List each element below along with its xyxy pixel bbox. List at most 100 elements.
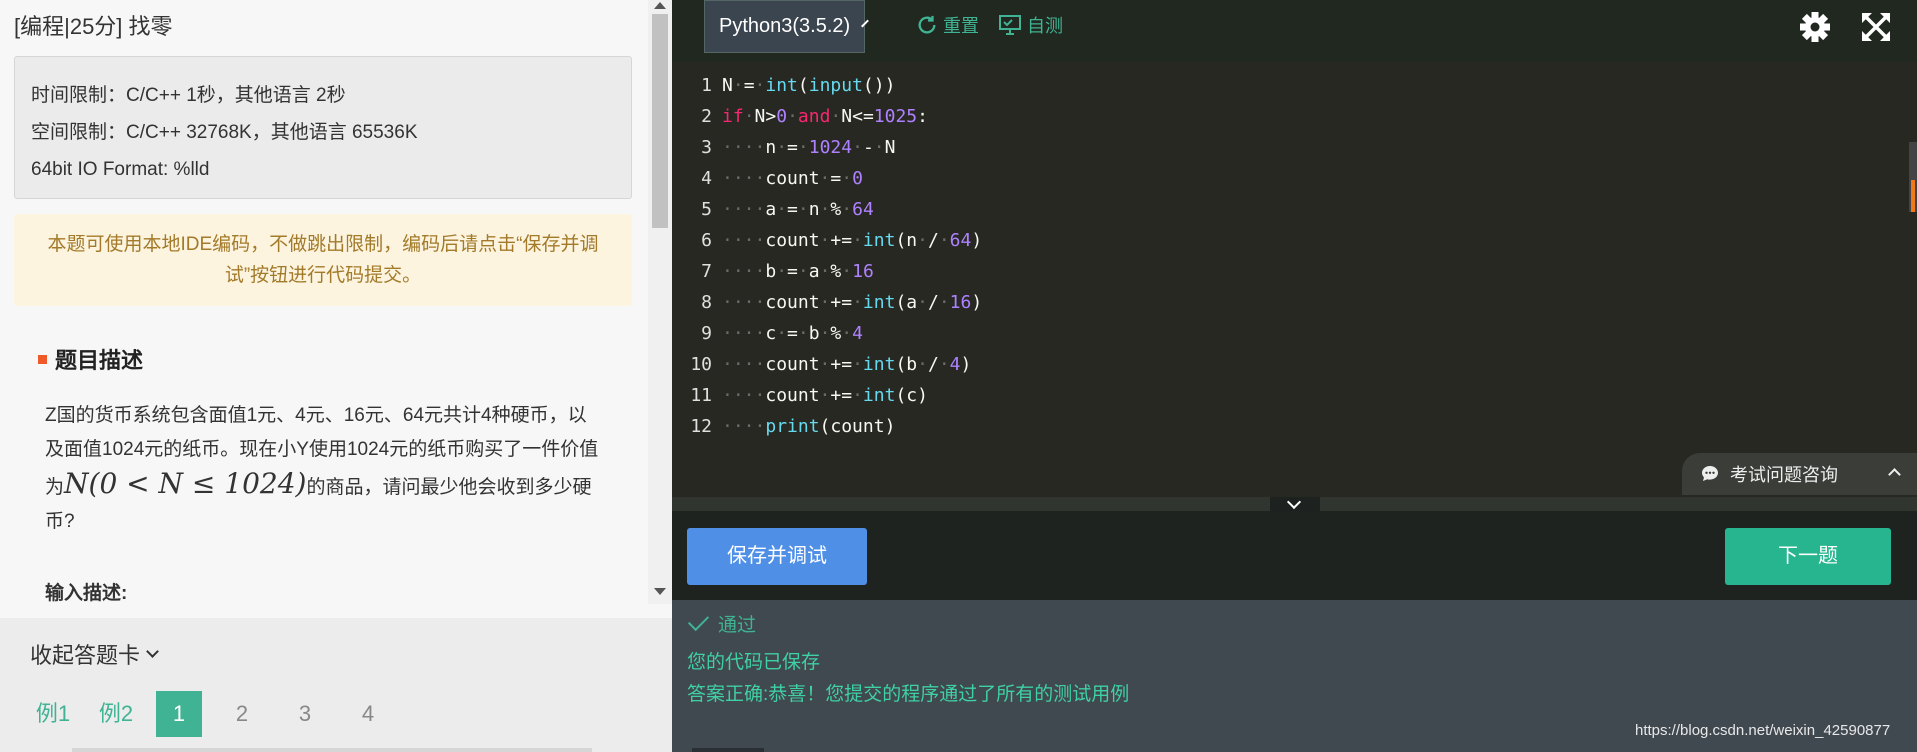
collapse-card-label: 收起答题卡 <box>30 643 141 668</box>
language-label: Python3(3.5.2) <box>719 15 851 37</box>
card-item-3[interactable]: 3 <box>282 691 328 737</box>
problem-description: Z国的货币系统包含面值1元、4元、16元、64元共计4种硬币，以及面值1024元… <box>45 399 605 539</box>
section-title: 题目描述 <box>55 348 144 373</box>
expand-icon[interactable] <box>1859 10 1893 44</box>
line-number: 3 <box>701 137 712 158</box>
language-select[interactable]: Python3(3.5.2) <box>704 0 870 53</box>
card-item-example-1[interactable]: 例1 <box>30 691 76 737</box>
code-line: 7 ····b·=·a·%·16 <box>672 256 982 287</box>
card-item-2[interactable]: 2 <box>219 691 265 737</box>
consult-label: 考试问题咨询 <box>1730 465 1838 485</box>
code-line: 9 ····c·=·b·%·4 <box>672 318 982 349</box>
editor-pane: Python3(3.5.2) 重置 自测 1 N·=·int(input()) … <box>672 0 1917 752</box>
code-line-text: ····print(count) <box>722 416 896 437</box>
result-tab-indicator <box>692 748 764 752</box>
question-scrollbar[interactable] <box>648 0 672 604</box>
scroll-up-icon[interactable] <box>654 2 666 9</box>
code-line-text: ····c·=·b·%·4 <box>722 323 863 344</box>
code-line: 1 N·=·int(input()) <box>672 70 982 101</box>
card-item-4[interactable]: 4 <box>345 691 391 737</box>
exam-page: [编程|25分] 找零 时间限制：C/C++ 1秒，其他语言 2秒 空间限制：C… <box>0 0 1917 752</box>
result-status: 通过 <box>687 609 757 637</box>
card-item-1[interactable]: 1 <box>156 691 202 737</box>
code-line: 8 ····count·+=·int(a·/·16) <box>672 287 982 318</box>
scrollbar-thumb[interactable] <box>652 14 668 228</box>
code-line: 3 ····n·=·1024·-·N <box>672 132 982 163</box>
consult-panel-toggle[interactable]: 考试问题咨询 <box>1682 453 1917 495</box>
line-number: 5 <box>701 199 712 220</box>
reset-label: 重置 <box>943 16 979 36</box>
status-label: 通过 <box>718 615 757 636</box>
collapse-card-toggle[interactable]: 收起答题卡 <box>30 638 159 670</box>
code-line-text: ····count·+=·int(a·/·16) <box>722 292 983 313</box>
question-scroll-area[interactable]: [编程|25分] 找零 时间限制：C/C++ 1秒，其他语言 2秒 空间限制：C… <box>0 0 672 617</box>
code-area[interactable]: 1 N·=·int(input()) 2 if·N>0·and·N<=1025: 3… <box>672 70 982 442</box>
code-line: 11 ····count·+=·int(c) <box>672 380 982 411</box>
answer-card-items: 例1 例2 1 2 3 4 <box>30 691 391 737</box>
input-heading: 输入描述: <box>45 583 128 604</box>
card-scrollbar[interactable] <box>72 748 592 752</box>
line-number: 1 <box>701 75 712 96</box>
code-line-text: N·=·int(input()) <box>722 75 896 96</box>
code-line: 10 ····count·+=·int(b·/·4) <box>672 349 982 380</box>
editor-scrollbar[interactable] <box>1909 142 1917 212</box>
limits-box: 时间限制：C/C++ 1秒，其他语言 2秒 空间限制：C/C++ 32768K，… <box>14 56 632 199</box>
chevron-down-icon <box>1286 494 1302 510</box>
action-bar: 保存并调试 下一题 <box>672 511 1917 600</box>
scrollbar-marker <box>1911 180 1915 212</box>
card-item-example-2[interactable]: 例2 <box>93 691 139 737</box>
line-number: 8 <box>701 292 712 313</box>
io-format: 64bit IO Format: %lld <box>31 159 210 180</box>
code-line: 2 if·N>0·and·N<=1025: <box>672 101 982 132</box>
saved-message: 您的代码已保存 <box>687 652 821 673</box>
chevron-down-icon <box>861 19 870 28</box>
section-marker <box>38 354 47 364</box>
collapse-handle[interactable] <box>1270 494 1320 511</box>
editor-toolbar: Python3(3.5.2) 重置 自测 <box>672 0 1917 62</box>
description-math: N(0 < N ≤ 1024) <box>64 467 307 500</box>
code-line: 4 ····count·=·0 <box>672 163 982 194</box>
code-line: 6 ····count·+=·int(n·/·64) <box>672 225 982 256</box>
code-line: 5 ····a·=·n·%·64 <box>672 194 982 225</box>
line-number: 11 <box>690 385 712 406</box>
monitor-icon <box>999 15 1021 35</box>
chevron-up-icon <box>1888 468 1901 481</box>
code-line-text: ····count·+=·int(b·/·4) <box>722 354 972 375</box>
line-number: 12 <box>690 416 712 437</box>
next-question-button[interactable]: 下一题 <box>1725 528 1891 585</box>
correct-message: 答案正确:恭喜！您提交的程序通过了所有的测试用例 <box>687 684 1130 705</box>
line-number: 6 <box>701 230 712 251</box>
answer-card: 收起答题卡 例1 例2 1 2 3 4 <box>0 618 672 752</box>
url-watermark: https://blog.csdn.net/weixin_42590877 <box>1635 722 1891 739</box>
section-heading: 题目描述 <box>38 343 143 375</box>
code-line-text: if·N>0·and·N<=1025: <box>722 106 928 127</box>
time-limit: 时间限制：C/C++ 1秒，其他语言 2秒 <box>31 85 346 106</box>
selftest-button[interactable]: 自测 <box>998 12 1063 38</box>
line-number: 7 <box>701 261 712 282</box>
code-editor[interactable]: 1 N·=·int(input()) 2 if·N>0·and·N<=1025: 3… <box>672 62 1917 497</box>
memory-limit: 空间限制：C/C++ 32768K，其他语言 65536K <box>31 122 418 143</box>
line-number: 10 <box>690 354 712 375</box>
scroll-down-icon[interactable] <box>654 588 666 595</box>
chevron-down-icon <box>146 645 159 658</box>
question-pane: [编程|25分] 找零 时间限制：C/C++ 1秒，其他语言 2秒 空间限制：C… <box>0 0 672 752</box>
refresh-icon <box>918 15 936 34</box>
code-line: 12 ····print(count) <box>672 411 982 442</box>
code-line-text: ····n·=·1024·-·N <box>722 137 896 158</box>
ide-notice: 本题可使用本地IDE编码，不做跳出限制，编码后请点击“保存并调试”按钮进行代码提… <box>14 214 632 306</box>
panel-splitter[interactable] <box>672 494 1917 511</box>
reset-button[interactable]: 重置 <box>916 12 979 38</box>
line-number: 2 <box>701 106 712 127</box>
code-line-text: ····a·=·n·%·64 <box>722 199 874 220</box>
result-panel: 通过 您的代码已保存 答案正确:恭喜！您提交的程序通过了所有的测试用例 http… <box>672 600 1917 752</box>
line-number: 9 <box>701 323 712 344</box>
line-number: 4 <box>701 168 712 189</box>
chat-bubble-icon <box>1702 466 1718 481</box>
save-debug-button[interactable]: 保存并调试 <box>687 528 867 585</box>
code-line-text: ····count·+=·int(n·/·64) <box>722 230 983 251</box>
check-icon <box>687 609 710 632</box>
code-line-text: ····count·=·0 <box>722 168 863 189</box>
gear-icon[interactable] <box>1798 10 1832 44</box>
code-line-text: ····count·+=·int(c) <box>722 385 928 406</box>
question-title: [编程|25分] 找零 <box>14 14 173 39</box>
